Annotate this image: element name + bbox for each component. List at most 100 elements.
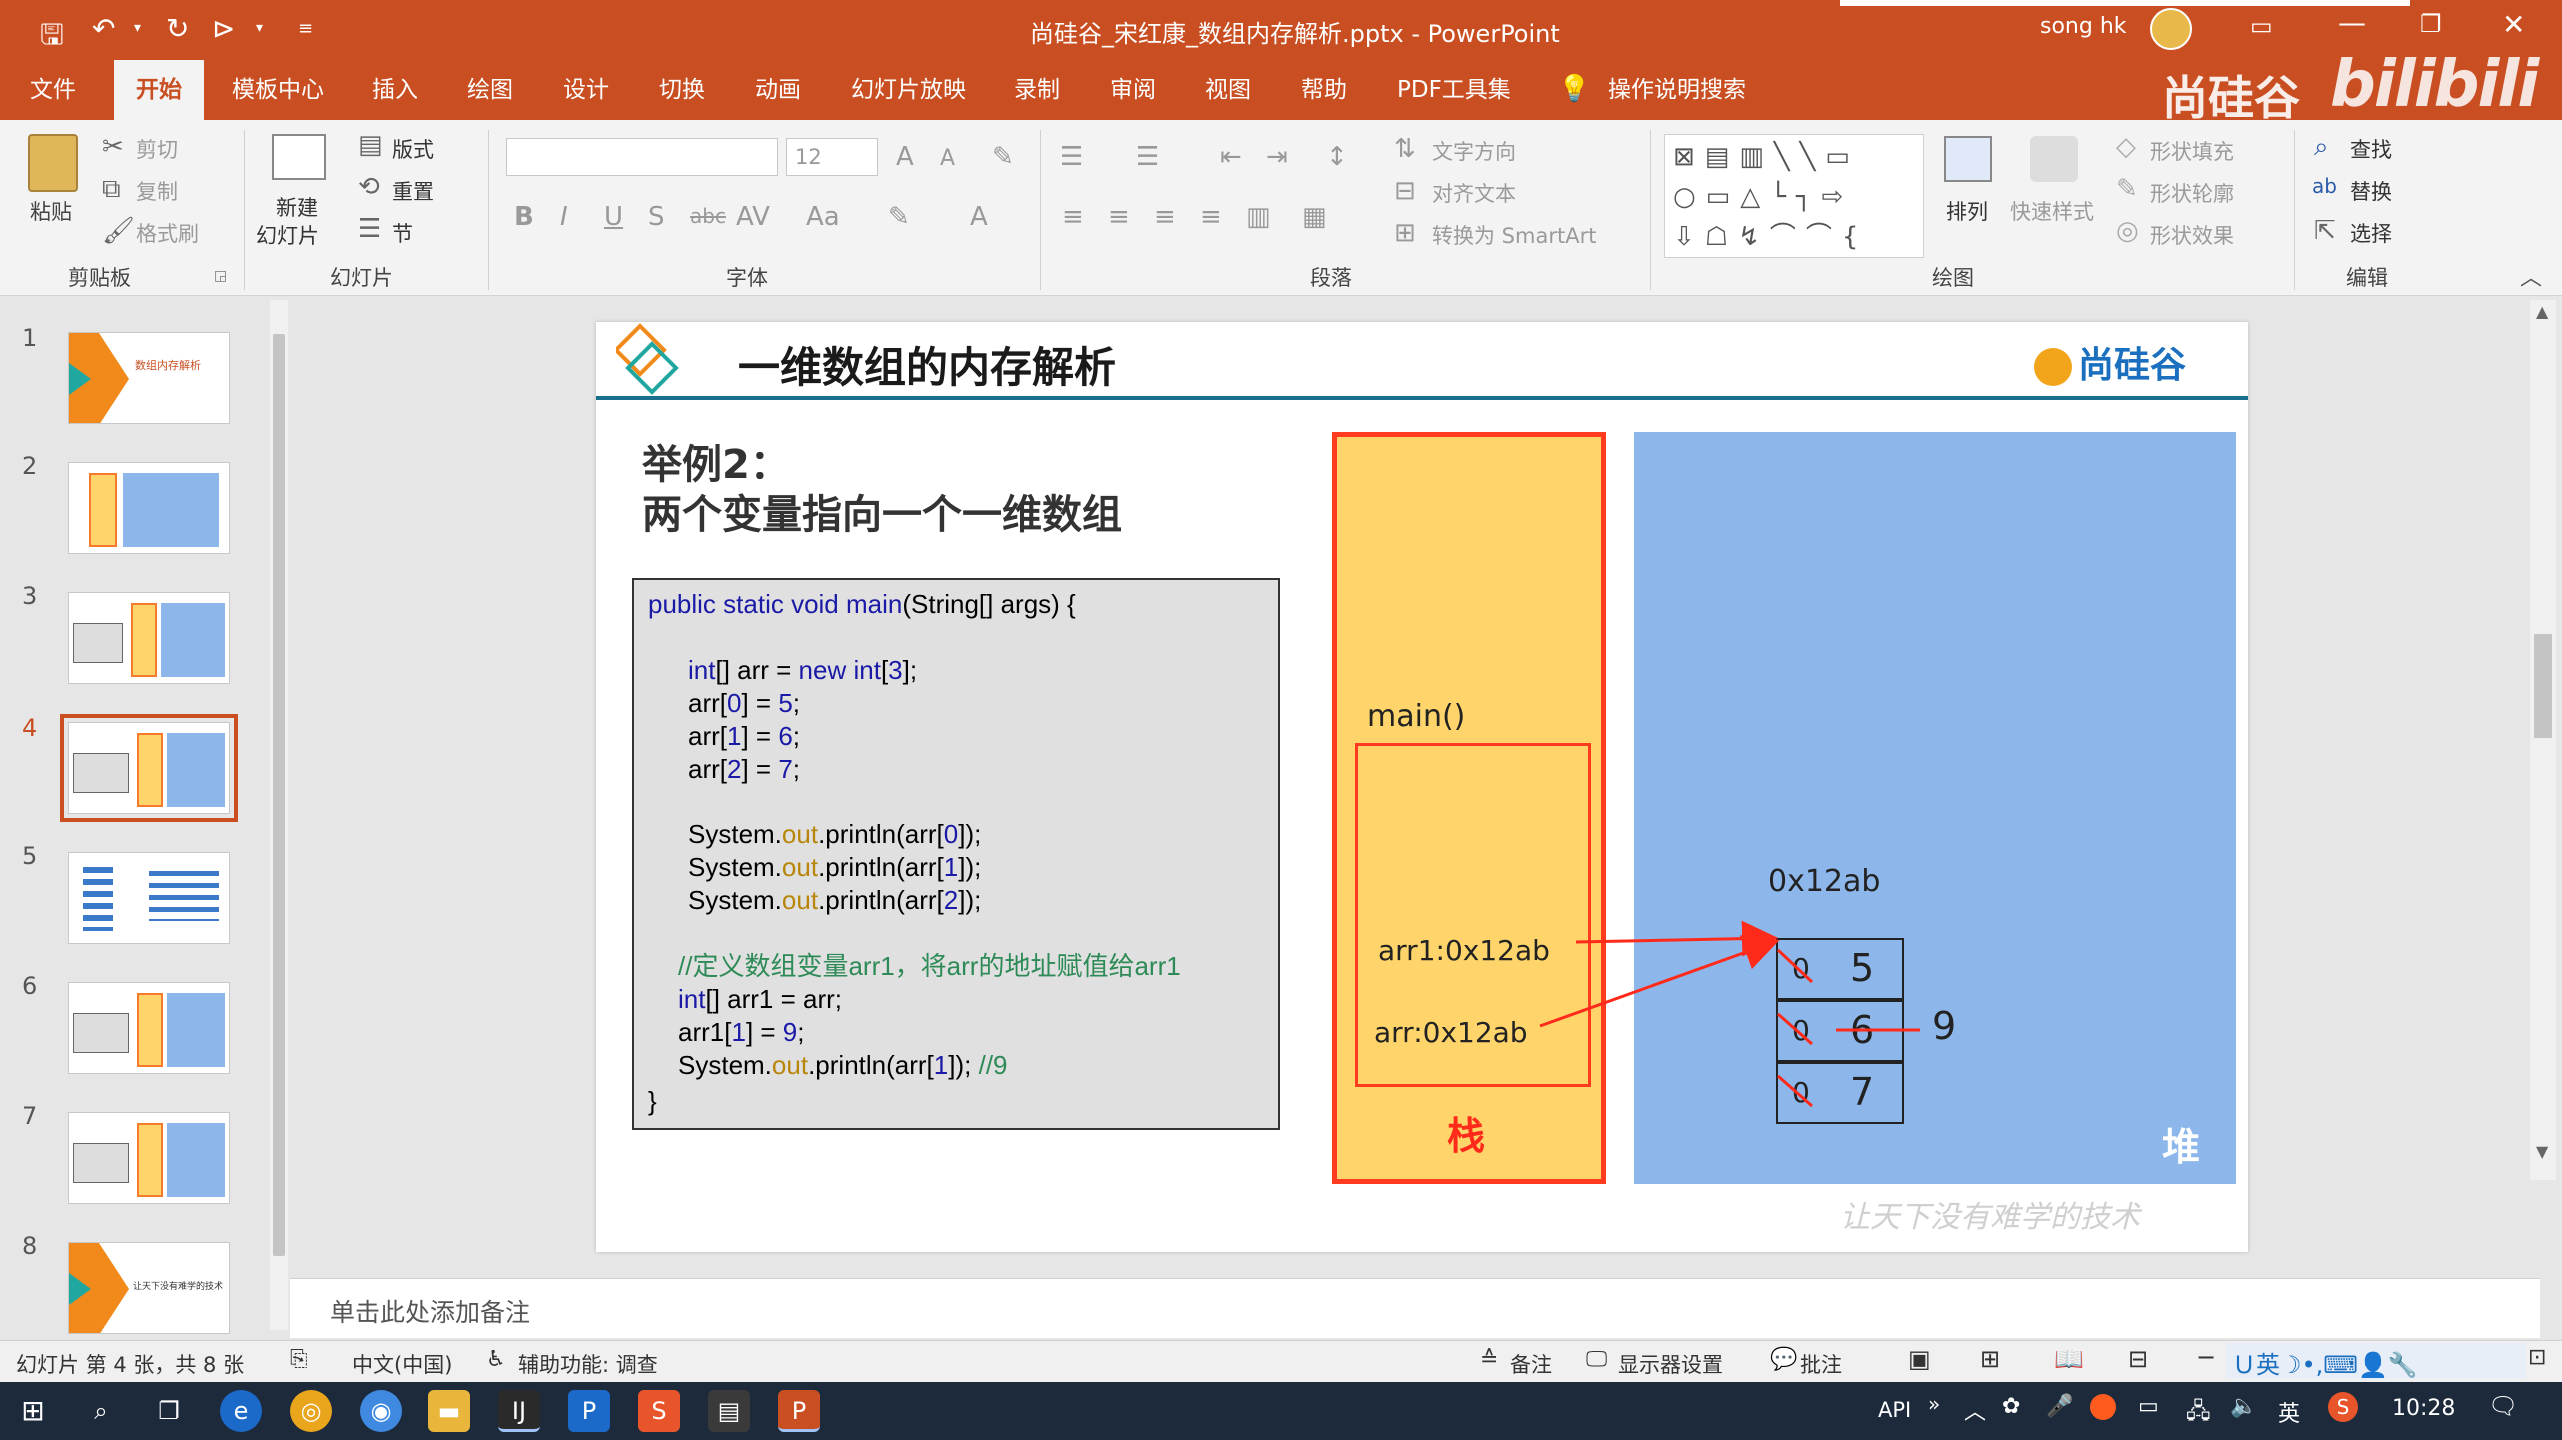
p-app-icon[interactable]: P (568, 1390, 610, 1432)
overflow-icon[interactable]: » (1928, 1392, 1940, 1416)
start-from-beginning-icon[interactable]: ⊳ (212, 12, 235, 45)
tab-slideshow[interactable]: 幻灯片放映 (851, 60, 966, 120)
tab-help[interactable]: 帮助 (1301, 60, 1347, 120)
ribbon-display-options-icon[interactable]: ▭ (2250, 12, 2273, 40)
thumbnail-scrollbar[interactable] (270, 300, 288, 1330)
tray-app-icon[interactable]: ✿ (2002, 1394, 2020, 1419)
section-icon[interactable]: ☰ (358, 216, 381, 242)
arrange-icon[interactable] (1944, 136, 1992, 182)
copy-button[interactable]: 复制 (136, 176, 178, 206)
tab-animations[interactable]: 动画 (755, 60, 801, 120)
notes-app-icon[interactable]: ▤ (708, 1390, 750, 1432)
italic-icon[interactable]: I (560, 204, 568, 230)
text-direction-button[interactable]: 文字方向 (1432, 136, 1516, 166)
columns-icon[interactable]: ▦ (1302, 204, 1327, 230)
align-text-button[interactable]: 对齐文本 (1432, 178, 1516, 208)
paste-icon[interactable] (28, 134, 78, 192)
undo-dropdown-icon[interactable]: ▾ (134, 20, 141, 36)
language-indicator[interactable]: 中文(中国) (352, 1349, 452, 1379)
decrease-indent-icon[interactable]: ⇤ (1220, 144, 1242, 170)
increase-indent-icon[interactable]: ⇥ (1266, 144, 1288, 170)
user-name[interactable]: song hk (2040, 14, 2127, 39)
align-center-icon[interactable]: ≡ (1108, 204, 1130, 230)
tab-record[interactable]: 录制 (1014, 60, 1060, 120)
tab-template-center[interactable]: 模板中心 (232, 60, 324, 120)
scroll-up-icon[interactable]: ▲ (2536, 302, 2548, 321)
edge-icon[interactable]: e (220, 1390, 262, 1432)
browser-icon[interactable]: ◉ (360, 1390, 402, 1432)
underline-icon[interactable]: U (604, 204, 623, 230)
notes-button[interactable]: 备注 (1510, 1349, 1552, 1379)
tab-review[interactable]: 审阅 (1110, 60, 1156, 120)
normal-view-icon[interactable]: ▣ (1908, 1345, 1931, 1373)
copy-icon[interactable]: ⧉ (102, 176, 121, 202)
reading-view-icon[interactable]: 📖 (2054, 1345, 2084, 1373)
new-slide-button-line1[interactable]: 新建 (276, 192, 318, 222)
find-button[interactable]: 查找 (2350, 134, 2392, 164)
tab-transitions[interactable]: 切换 (659, 60, 705, 120)
redo-icon[interactable]: ↻ (166, 12, 189, 45)
shape-outline-button[interactable]: 形状轮廓 (2150, 178, 2234, 208)
tab-file[interactable]: 文件 (30, 60, 76, 120)
minimize-icon[interactable]: — (2338, 6, 2366, 39)
comments-button[interactable]: 批注 (1800, 1349, 1842, 1379)
quick-styles-icon[interactable] (2030, 136, 2078, 182)
slide-thumbnail-8[interactable]: 让天下没有难学的技术 (68, 1242, 230, 1334)
align-right-icon[interactable]: ≡ (1154, 204, 1176, 230)
font-size-box[interactable]: 12 (786, 138, 878, 176)
task-view-icon[interactable]: ❐ (148, 1390, 190, 1432)
char-spacing-icon[interactable]: AV (736, 204, 770, 230)
tray-up-icon[interactable]: ︿ (1964, 1394, 1986, 1426)
arrange-button[interactable]: 排列 (1946, 196, 1988, 226)
layout-icon[interactable]: ▤ (358, 132, 383, 158)
tab-pdf-tools[interactable]: PDF工具集 (1397, 60, 1511, 120)
font-name-box[interactable] (506, 138, 778, 176)
thumbnail-scroll-thumb[interactable] (273, 334, 285, 1256)
reset-button[interactable]: 重置 (392, 176, 434, 206)
shape-fill-icon[interactable]: ◇ (2116, 134, 2136, 160)
ime-toolbar[interactable]: Ｕ英☽•,⌨👤🔧 (2226, 1343, 2526, 1379)
display-settings-button[interactable]: 显示器设置 (1618, 1349, 1723, 1379)
cut-icon[interactable]: ✂ (102, 134, 124, 160)
file-explorer-icon[interactable]: ▬ (428, 1390, 470, 1432)
intellij-icon[interactable]: IJ (498, 1390, 540, 1432)
numbering-icon[interactable]: ☰ (1136, 144, 1159, 170)
spell-check-icon[interactable]: ⎘ (290, 1347, 308, 1372)
slide-canvas[interactable]: 一维数组的内存解析 尚硅谷 举例2： 两个变量指向一个一维数组 public s… (596, 322, 2248, 1252)
format-painter-button[interactable]: 格式刷 (136, 218, 199, 248)
select-icon[interactable]: ⇱ (2314, 218, 2336, 244)
tell-me-search[interactable]: 操作说明搜索 (1608, 60, 1746, 120)
qat-dropdown-icon[interactable]: ▾ (256, 20, 263, 36)
slide-scroll-thumb[interactable] (2534, 634, 2552, 738)
quick-styles-button[interactable]: 快速样式 (2010, 196, 2094, 226)
change-case-icon[interactable]: Aa (806, 204, 840, 230)
slideshow-view-icon[interactable]: ⊟ (2128, 1345, 2148, 1373)
new-slide-icon[interactable] (272, 134, 326, 180)
restore-icon[interactable]: ❐ (2420, 10, 2442, 38)
find-icon[interactable]: ⌕ (2314, 134, 2329, 160)
avatar[interactable] (2150, 8, 2192, 50)
scroll-down-icon[interactable]: ▼ (2536, 1142, 2548, 1161)
microphone-icon[interactable]: 🎤 (2046, 1394, 2073, 1419)
api-label[interactable]: API (1878, 1398, 1911, 1422)
format-painter-icon[interactable]: 🖌 (102, 218, 135, 244)
fit-slide-icon[interactable]: ⊡ (2528, 1345, 2546, 1370)
section-button[interactable]: 节 (392, 218, 413, 248)
tab-design[interactable]: 设计 (563, 60, 609, 120)
slide-scrollbar[interactable]: ▲ ▼ (2530, 300, 2556, 1180)
text-direction-icon[interactable]: ⇅ (1394, 136, 1416, 162)
strikethrough-icon[interactable]: abc (690, 206, 726, 226)
save-icon[interactable]: 🖫 (40, 14, 64, 62)
tab-draw[interactable]: 绘图 (467, 60, 513, 120)
paste-button[interactable]: 粘贴 (30, 196, 72, 226)
customize-qat-icon[interactable]: ≡ (298, 18, 313, 39)
tab-insert[interactable]: 插入 (372, 60, 418, 120)
distributed-icon[interactable]: ▥ (1246, 204, 1271, 230)
network-icon[interactable]: 🖧 (2186, 1394, 2211, 1432)
zoom-out-icon[interactable]: − (2196, 1343, 2216, 1371)
bullets-icon[interactable]: ☰ (1060, 144, 1083, 170)
smartart-icon[interactable]: ⊞ (1394, 220, 1416, 246)
cut-button[interactable]: 剪切 (136, 134, 178, 164)
close-icon[interactable]: ✕ (2502, 8, 2525, 41)
notes-pane[interactable]: 单击此处添加备注 (290, 1278, 2540, 1338)
